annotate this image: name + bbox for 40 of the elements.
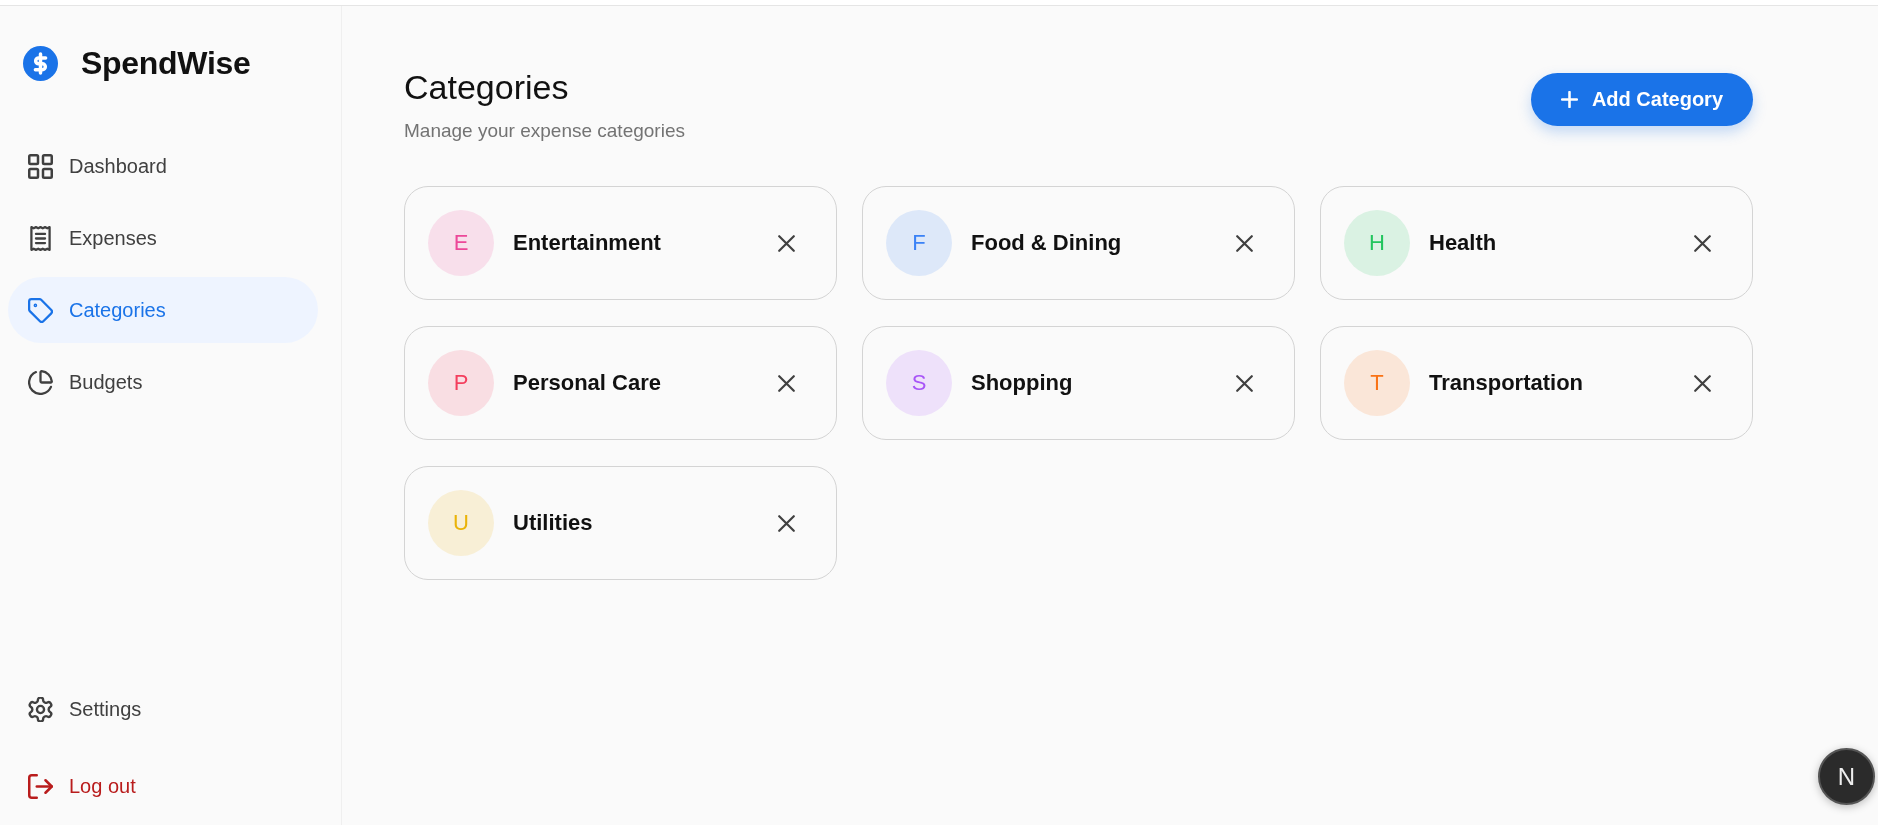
page-title: Categories: [404, 67, 570, 107]
category-avatar: H: [1344, 210, 1410, 276]
category-avatar: S: [886, 350, 952, 416]
nav-item[interactable]: Categories: [8, 277, 318, 343]
nav-item[interactable]: Expenses: [8, 205, 318, 271]
category-name: Personal Care: [513, 370, 662, 396]
add-category-button[interactable]: Add Category: [1530, 73, 1753, 126]
category-name: Utilities: [513, 510, 594, 536]
dev-badge[interactable]: N: [1818, 748, 1875, 805]
logout-button[interactable]: Log out: [8, 753, 318, 819]
pie-chart-icon: [28, 369, 53, 395]
category-avatar: P: [428, 350, 494, 416]
category-avatar: T: [1344, 350, 1410, 416]
category-name: Entertainment: [513, 230, 662, 256]
close-icon: [777, 514, 795, 532]
receipt-icon: [28, 225, 53, 251]
category-name: Shopping: [971, 370, 1074, 396]
category-avatar: F: [886, 210, 952, 276]
tag-icon: [28, 297, 53, 323]
close-icon: [1235, 234, 1253, 252]
logout-icon: [28, 773, 53, 799]
category-name: Food & Dining: [971, 230, 1123, 256]
nav-item[interactable]: Dashboard: [8, 133, 318, 199]
close-icon: [1693, 374, 1711, 392]
settings-icon: [28, 696, 53, 722]
settings-button[interactable]: Settings: [8, 676, 318, 742]
nav-item[interactable]: Budgets: [8, 349, 318, 415]
category-avatar: E: [428, 210, 494, 276]
close-icon: [777, 234, 795, 252]
close-icon: [777, 374, 795, 392]
brand-name: SpendWise: [81, 45, 251, 82]
category-name: Health: [1429, 230, 1498, 256]
category-name: Transportation: [1429, 370, 1584, 396]
close-icon: [1235, 374, 1253, 392]
close-icon: [1693, 234, 1711, 252]
dollar-circle-icon: [23, 46, 58, 81]
plus-icon: [1560, 91, 1578, 108]
page-subtitle: Manage your expense categories: [404, 119, 685, 143]
category-avatar: U: [428, 490, 494, 556]
grid-icon: [28, 153, 53, 179]
